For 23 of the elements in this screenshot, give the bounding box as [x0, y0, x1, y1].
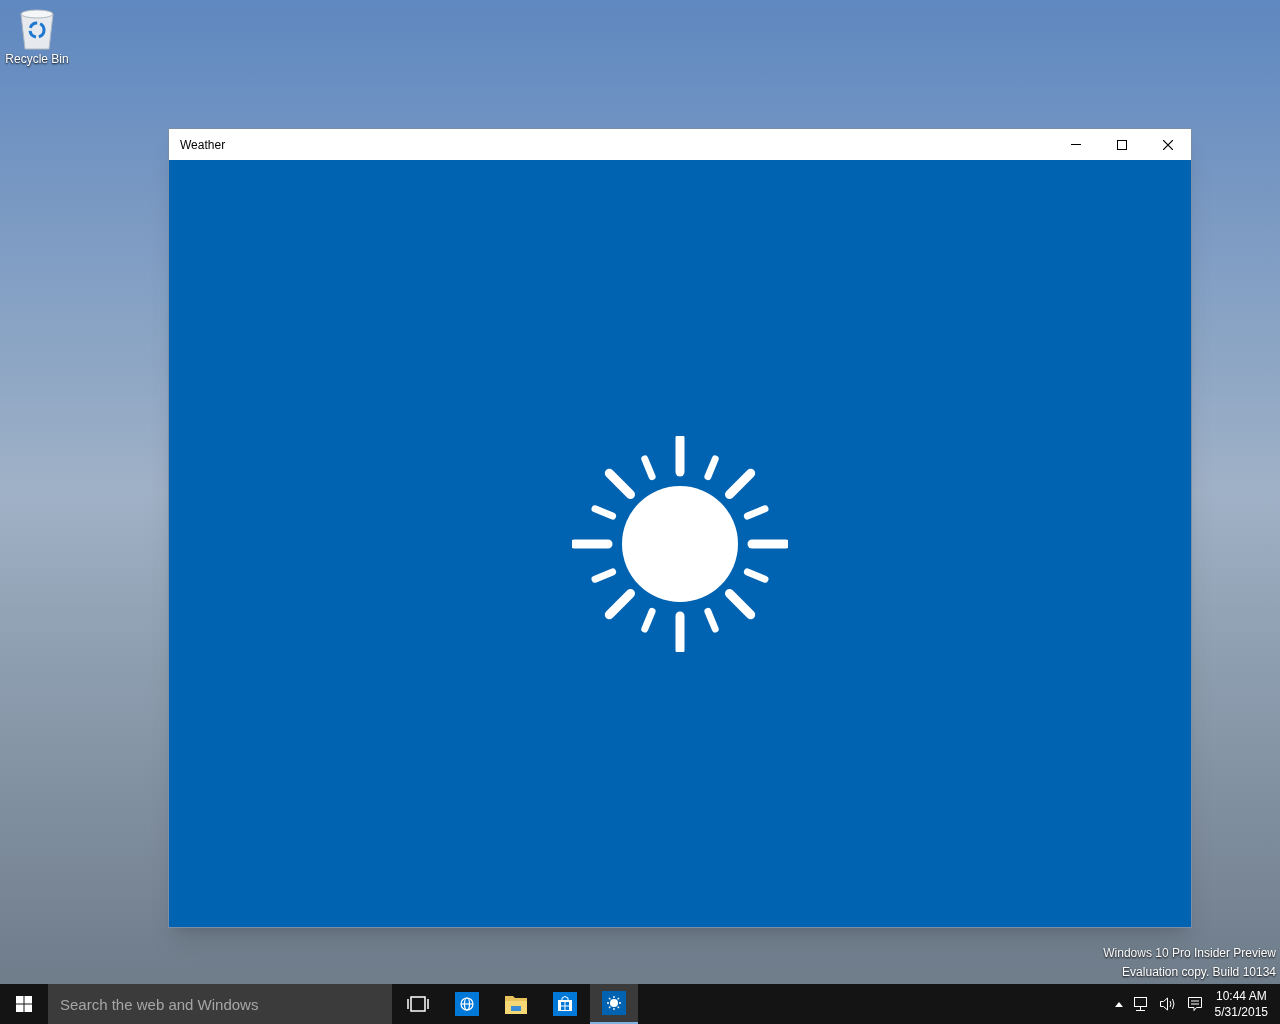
recycle-bin-icon[interactable]: [19, 8, 55, 50]
clock-time: 10:44 AM: [1215, 988, 1267, 1004]
chevron-up-icon[interactable]: [1114, 1001, 1123, 1007]
clock-date: 5/31/2015: [1214, 1004, 1268, 1020]
search-field[interactable]: Search the web and Windows: [48, 984, 392, 1024]
minimize-icon: [1071, 144, 1081, 145]
shopping-bag-icon: [553, 992, 577, 1016]
clock[interactable]: 10:44 AM 5/31/2015: [1212, 988, 1270, 1020]
close-icon: [1163, 139, 1173, 150]
window-title: Weather: [179, 136, 227, 154]
maximize-icon: [1117, 139, 1127, 150]
taskbar-app-button[interactable]: [590, 984, 638, 1024]
network-icon[interactable]: [1132, 996, 1149, 1012]
sun-icon: [602, 991, 626, 1015]
message-icon[interactable]: [1186, 996, 1203, 1012]
windows-logo-icon: [16, 996, 32, 1012]
build-watermark-text: Evaluation copy. Build 10134: [1122, 964, 1276, 981]
sun-icon: [572, 435, 788, 652]
globe-icon: [455, 992, 479, 1016]
build-watermark-text: Windows 10 Pro Insider Preview: [1103, 945, 1276, 962]
folder-icon: [504, 993, 528, 1015]
task-view-icon: [407, 996, 429, 1012]
speaker-icon[interactable]: [1158, 996, 1177, 1012]
